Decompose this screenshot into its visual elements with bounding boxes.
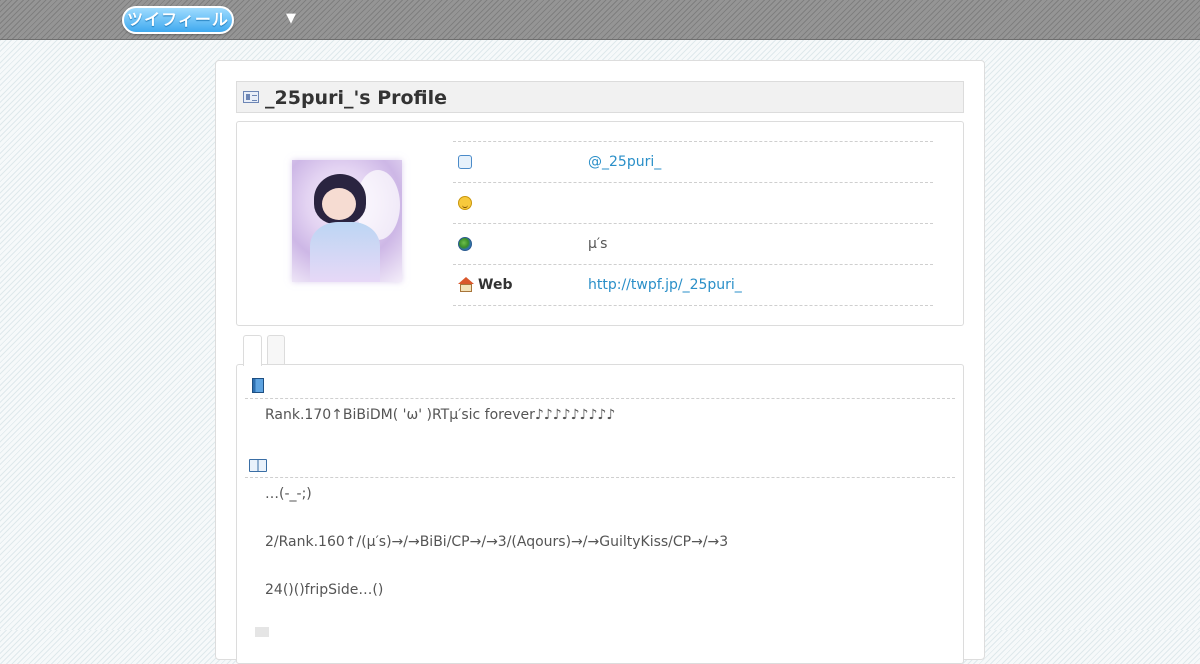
details-section-header [245, 452, 955, 478]
info-row-mood [453, 182, 933, 223]
section-icon [255, 627, 269, 637]
web-label: Web [478, 277, 513, 293]
speech-bubble-icon [458, 155, 472, 169]
info-row-web: Web http://twpf.jp/_25puri_ [453, 264, 933, 306]
twitter-handle-link[interactable]: @_25puri_ [588, 153, 661, 171]
tab-1[interactable] [243, 335, 262, 366]
id-card-icon [243, 91, 259, 103]
globe-icon [458, 237, 472, 251]
info-row-twitter: @_25puri_ [453, 141, 933, 182]
smiley-icon [458, 196, 472, 210]
avatar[interactable] [292, 160, 402, 282]
page-title: _25puri_'s Profile [265, 87, 448, 109]
details-line: 24()()fripSide…() [265, 582, 384, 598]
tab-content-panel: Rank.170↑BiBiDM( 'ω' )RTμ′sic forever♪♪♪… [236, 364, 964, 664]
profile-title-bar: _25puri_'s Profile [236, 81, 964, 113]
bio-section-header [245, 373, 955, 399]
house-icon [458, 277, 474, 293]
details-line: …(-_-;) [265, 486, 312, 502]
tab-2[interactable] [267, 335, 285, 365]
notebook-icon [252, 378, 264, 393]
top-navigation-bar: ツイフィール ▼ [0, 0, 1200, 40]
open-book-icon [249, 459, 267, 472]
location-value: μ′s [588, 236, 608, 252]
profile-info-list: @_25puri_ μ′s Web http://twpf.jp/_25puri… [453, 141, 933, 306]
info-row-location: μ′s [453, 223, 933, 264]
details-line: 2/Rank.160↑/(μ′s)→/→BiBi/CP→/→3/(Aqours)… [265, 534, 729, 550]
web-url-link[interactable]: http://twpf.jp/_25puri_ [588, 276, 742, 294]
bio-text: Rank.170↑BiBiDM( 'ω' )RTμ′sic forever♪♪♪… [265, 407, 616, 423]
menu-dropdown-toggle[interactable]: ▼ [283, 10, 299, 28]
site-logo[interactable]: ツイフィール [122, 6, 234, 34]
